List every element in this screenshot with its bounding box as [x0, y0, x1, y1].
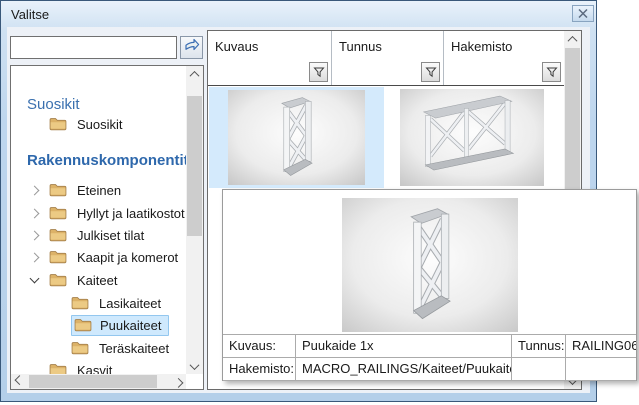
tooltip-hakemisto-value: MACRO_RAILINGS/Kaiteet/Puukaiteet: [296, 358, 512, 381]
window-title: Valitse: [11, 7, 49, 22]
chevron-right-icon[interactable]: [27, 187, 49, 194]
close-button[interactable]: [572, 5, 594, 22]
go-arrow-icon: [184, 38, 200, 57]
tree-section-favorites: Suosikit: [27, 96, 80, 113]
result-item-railing-2x[interactable]: [384, 87, 559, 188]
scroll-up-icon[interactable]: [186, 66, 203, 82]
scroll-up-icon[interactable]: [564, 31, 581, 47]
tree-item-label: Hyllyt ja laatikostot: [73, 205, 189, 222]
search-go-button[interactable]: [180, 36, 203, 59]
filter-icon: [425, 66, 437, 78]
column-tunnus[interactable]: Tunnus: [332, 31, 444, 85]
scroll-right-icon[interactable]: [170, 374, 186, 389]
column-kuvaus[interactable]: Kuvaus: [208, 31, 332, 85]
tooltip-tunnus-label: Tunnus:: [512, 335, 566, 358]
tree-item-label: Kaiteet: [73, 272, 121, 289]
screenshot-stage: Valitse Suosikit Suosikit Rakennuskompon…: [0, 0, 639, 405]
chevron-right-icon[interactable]: [27, 210, 49, 217]
tree-item-label: Puukaiteet: [98, 317, 166, 334]
folder-icon: [74, 318, 92, 332]
folder-icon: [71, 296, 89, 310]
scroll-down-icon[interactable]: [186, 358, 203, 374]
tree-item-label: Eteinen: [73, 182, 125, 199]
tree-item-puukaiteet-selected[interactable]: Puukaiteet: [49, 315, 169, 335]
tree-item-kaapit[interactable]: Kaapit ja komerot: [27, 247, 182, 267]
scroll-left-icon[interactable]: [11, 374, 27, 389]
filter-button[interactable]: [542, 62, 561, 82]
tooltip-hakemisto-label: Hakemisto:: [223, 358, 296, 381]
item-tooltip: Kuvaus: Puukaide 1x Tunnus: RAILING06 Ha…: [222, 189, 637, 381]
tree-horizontal-scrollbar[interactable]: [11, 374, 186, 389]
category-tree-panel: Suosikit Suosikit Rakennuskomponentit Et…: [10, 65, 204, 390]
tooltip-empty-cell: [512, 358, 566, 381]
tree-item-label: Teräskaiteet: [95, 340, 173, 357]
tree-item-label: Lasikaiteet: [95, 295, 165, 312]
tree-item-suosikit[interactable]: Suosikit: [27, 114, 127, 134]
search-input[interactable]: [10, 36, 177, 59]
tree-selection-highlight: Puukaiteet: [71, 315, 169, 336]
railing-1x-thumbnail: [228, 90, 365, 185]
tree-section-components: Rakennuskomponentit: [27, 152, 189, 169]
tree-item-julkiset[interactable]: Julkiset tilat: [27, 225, 148, 245]
chevron-right-icon[interactable]: [27, 232, 49, 239]
folder-icon: [49, 183, 67, 197]
result-item-railing-1x[interactable]: [209, 87, 384, 188]
column-hakemisto[interactable]: Hakemisto: [444, 31, 565, 85]
tree-item-label: Suosikit: [73, 116, 127, 133]
folder-icon: [49, 117, 67, 131]
tree-vertical-scrollbar[interactable]: [186, 66, 203, 374]
results-header: Kuvaus Tunnus Hakemisto: [208, 31, 565, 86]
tooltip-info-table: Kuvaus: Puukaide 1x Tunnus: RAILING06 Ha…: [223, 334, 636, 381]
filter-icon: [313, 66, 325, 78]
railing-2x-thumbnail: [400, 89, 544, 186]
column-header-label[interactable]: Kuvaus: [215, 39, 258, 54]
tooltip-kuvaus-label: Kuvaus:: [223, 335, 296, 358]
folder-icon: [49, 206, 67, 220]
folder-icon: [71, 341, 89, 355]
tree-vscroll-thumb[interactable]: [187, 96, 202, 236]
close-icon: [578, 5, 588, 23]
filter-button[interactable]: [421, 62, 440, 82]
tree-item-eteinen[interactable]: Eteinen: [27, 180, 125, 200]
filter-button[interactable]: [309, 62, 328, 82]
tooltip-tunnus-value: RAILING06: [566, 335, 636, 358]
tree-item-teraskaiteet[interactable]: Teräskaiteet: [49, 338, 173, 358]
chevron-down-icon[interactable]: [27, 278, 49, 282]
tree-item-label: Julkiset tilat: [73, 227, 148, 244]
tooltip-kuvaus-value: Puukaide 1x: [296, 335, 512, 358]
tree-item-hyllyt[interactable]: Hyllyt ja laatikostot: [27, 203, 189, 223]
chevron-right-icon[interactable]: [27, 254, 49, 261]
column-header-label[interactable]: Hakemisto: [451, 39, 512, 54]
railing-preview-image: [342, 198, 518, 332]
folder-icon: [49, 273, 67, 287]
filter-icon: [546, 66, 558, 78]
folder-icon: [49, 228, 67, 242]
tooltip-empty-cell: [566, 358, 636, 381]
tree-item-kaiteet[interactable]: Kaiteet: [27, 270, 121, 290]
column-header-label[interactable]: Tunnus: [339, 39, 382, 54]
tree-hscroll-thumb[interactable]: [29, 375, 157, 388]
folder-icon: [49, 250, 67, 264]
tree-item-lasikaiteet[interactable]: Lasikaiteet: [49, 293, 165, 313]
tree-item-label: Kaapit ja komerot: [73, 249, 182, 266]
